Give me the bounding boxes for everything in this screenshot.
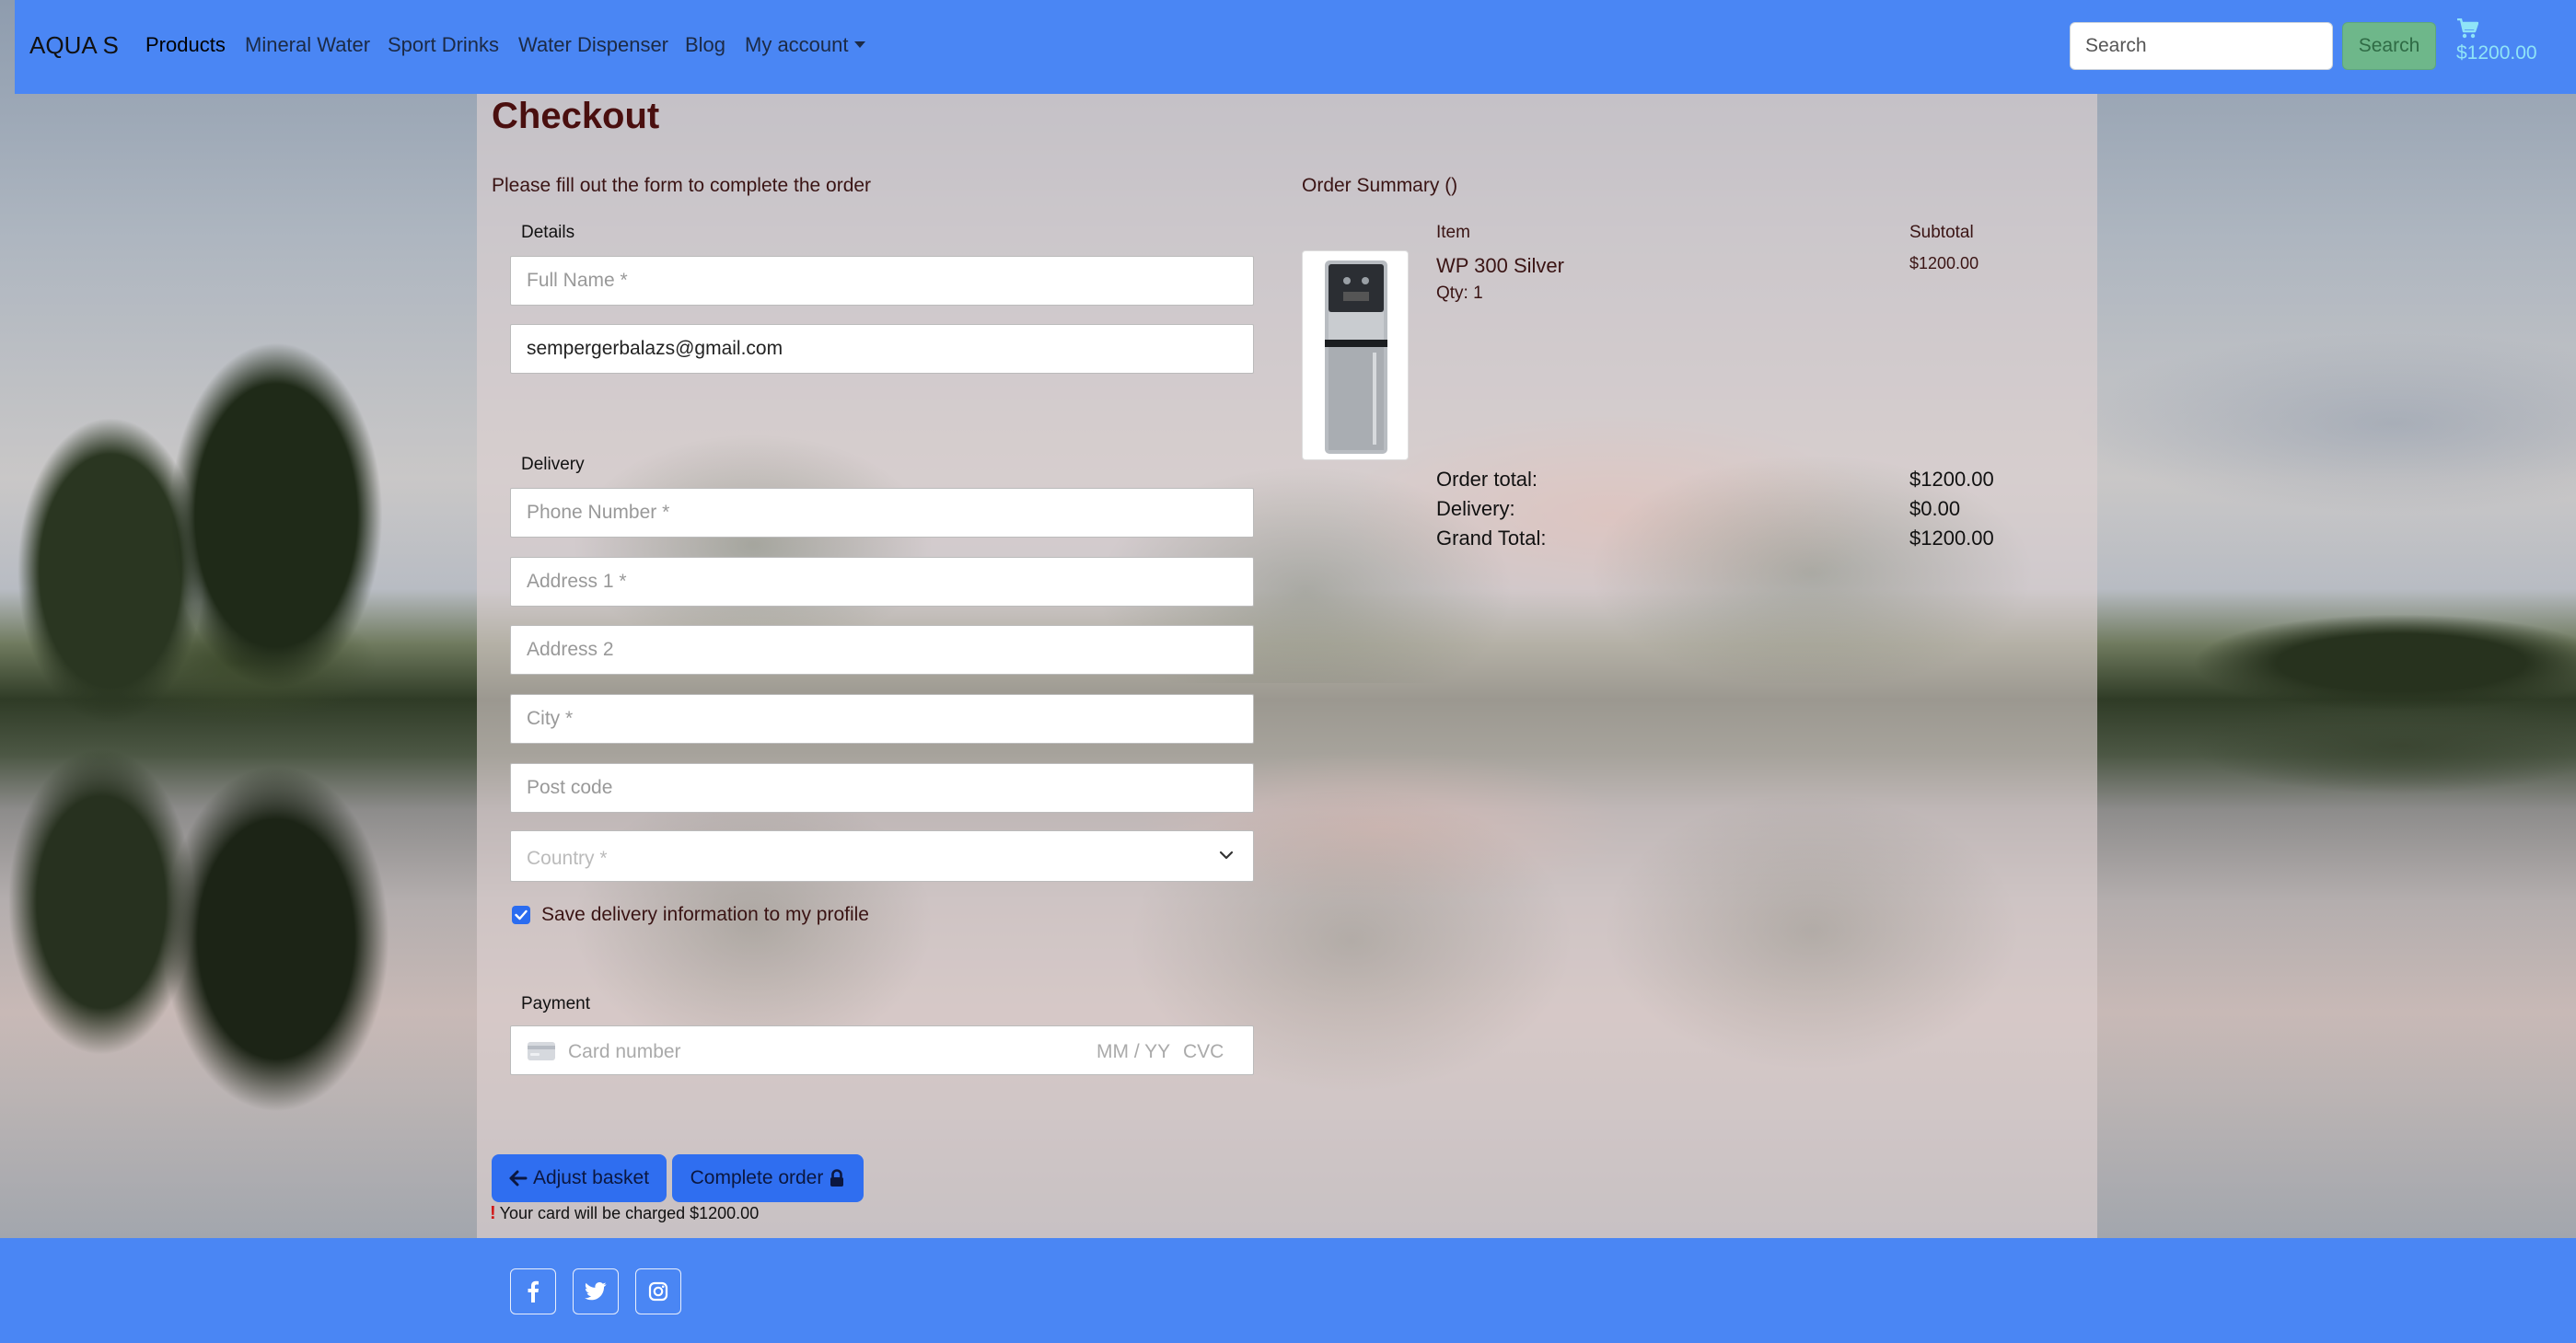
card-expiry-placeholder: MM / YY xyxy=(1097,1041,1171,1062)
grand-total-label: Grand Total: xyxy=(1436,527,1547,550)
phone-number-field[interactable] xyxy=(510,488,1254,538)
form-intro-text: Please fill out the form to complete the… xyxy=(492,175,872,196)
chevron-down-icon xyxy=(1219,851,1234,860)
page-title: Checkout xyxy=(492,96,660,136)
water-dispenser-image xyxy=(1325,260,1387,454)
lock-icon xyxy=(830,1169,844,1187)
brand-logo[interactable]: AQUA S xyxy=(29,31,119,60)
product-qty: Qty: 1 xyxy=(1436,284,1483,303)
city-field[interactable] xyxy=(510,694,1254,744)
check-icon xyxy=(515,909,528,920)
facebook-link[interactable] xyxy=(510,1268,556,1314)
nav-link-mineral-water[interactable]: Mineral Water xyxy=(245,33,370,57)
column-header-subtotal: Subtotal xyxy=(1909,223,1974,242)
cart-total: $1200.00 xyxy=(2456,42,2537,64)
order-summary-title: Order Summary () xyxy=(1302,175,1458,196)
nav-link-sport-drinks[interactable]: Sport Drinks xyxy=(388,33,499,57)
card-number-field[interactable]: Card number MM / YY CVC xyxy=(510,1025,1254,1075)
product-subtotal: $1200.00 xyxy=(1909,254,1979,272)
order-total-label: Order total: xyxy=(1436,468,1538,491)
product-image xyxy=(1302,250,1409,460)
nav-link-my-account[interactable]: My account xyxy=(745,33,865,57)
full-name-field[interactable] xyxy=(510,256,1254,306)
credit-card-icon xyxy=(528,1042,555,1060)
column-header-item: Item xyxy=(1436,223,1470,242)
grand-total-value: $1200.00 xyxy=(1909,527,1994,550)
shopping-cart-icon xyxy=(2457,18,2478,39)
instagram-icon xyxy=(648,1281,668,1302)
navbar: AQUA S Products Mineral Water Sport Drin… xyxy=(15,0,2576,94)
save-info-row: Save delivery information to my profile xyxy=(512,904,869,926)
search-button[interactable]: Search xyxy=(2342,22,2436,70)
country-select[interactable]: Country * xyxy=(510,830,1254,882)
charge-note-text: Your card will be charged $1200.00 xyxy=(499,1204,760,1222)
country-select-placeholder: Country * xyxy=(527,848,608,869)
card-number-placeholder: Card number xyxy=(568,1041,681,1062)
chevron-down-icon xyxy=(853,41,865,48)
postcode-field[interactable] xyxy=(510,763,1254,813)
search-input[interactable] xyxy=(2070,22,2333,70)
details-legend: Details xyxy=(521,223,575,242)
save-info-checkbox[interactable] xyxy=(512,906,530,924)
cart-link[interactable]: $1200.00 xyxy=(2456,18,2537,64)
nav-link-products[interactable]: Products xyxy=(145,33,226,57)
adjust-basket-label: Adjust basket xyxy=(532,1167,650,1188)
instagram-link[interactable] xyxy=(635,1268,681,1314)
adjust-basket-button[interactable]: Adjust basket xyxy=(492,1154,667,1202)
address1-field[interactable] xyxy=(510,557,1254,607)
delivery-label: Delivery: xyxy=(1436,497,1515,520)
twitter-icon xyxy=(585,1282,607,1301)
background-trees-left xyxy=(0,239,479,1141)
facebook-icon xyxy=(528,1280,539,1302)
arrow-left-icon xyxy=(509,1170,528,1187)
footer xyxy=(0,1238,2576,1343)
twitter-link[interactable] xyxy=(573,1268,619,1314)
delivery-value: $0.00 xyxy=(1909,497,1961,520)
delivery-legend: Delivery xyxy=(521,455,585,474)
complete-order-button[interactable]: Complete order xyxy=(672,1154,864,1202)
my-account-label: My account xyxy=(745,33,849,56)
order-total-value: $1200.00 xyxy=(1909,468,1994,491)
background-shore-right xyxy=(2097,589,2576,810)
exclamation-icon: ! xyxy=(490,1203,496,1223)
email-field[interactable] xyxy=(510,324,1254,374)
address2-field[interactable] xyxy=(510,625,1254,675)
complete-order-label: Complete order xyxy=(690,1167,824,1188)
product-name[interactable]: WP 300 Silver xyxy=(1436,254,1564,278)
save-info-label[interactable]: Save delivery information to my profile xyxy=(541,904,869,926)
charge-note: ! Your card will be charged $1200.00 xyxy=(490,1203,759,1224)
card-cvc-placeholder: CVC xyxy=(1183,1041,1224,1062)
nav-link-blog[interactable]: Blog xyxy=(685,33,725,57)
payment-legend: Payment xyxy=(521,994,590,1013)
nav-link-water-dispenser[interactable]: Water Dispenser xyxy=(518,33,668,57)
